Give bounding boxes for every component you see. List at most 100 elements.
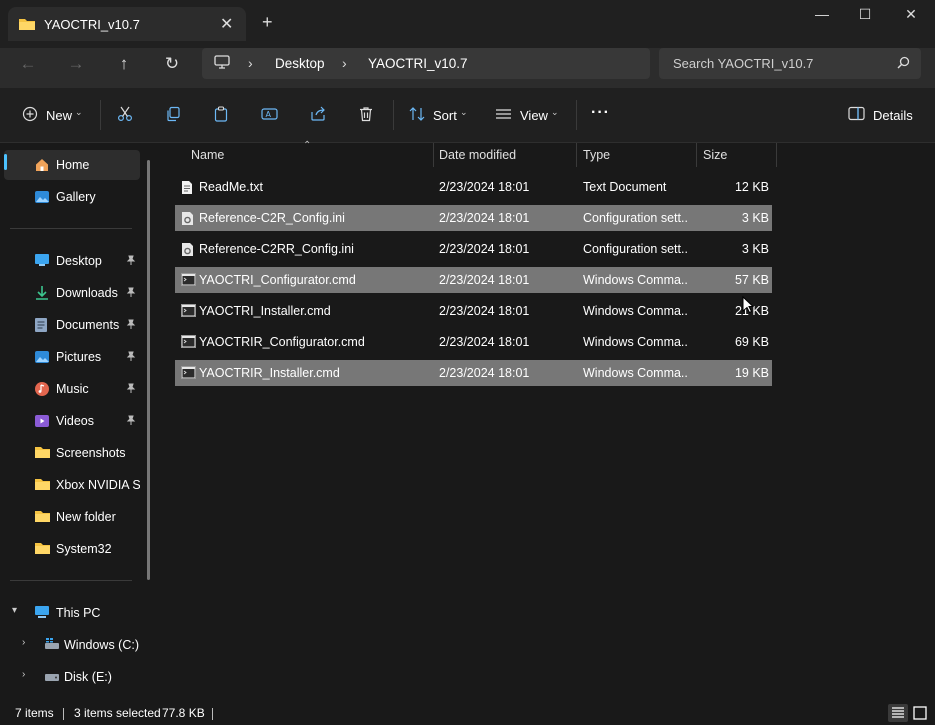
details-button[interactable]: Details [873,108,913,123]
file-type: Windows Comma... [583,335,689,349]
nav-item-documents[interactable]: Documents [4,310,140,340]
config-file-icon [181,242,194,260]
nav-item-new-folder[interactable]: New folder [4,502,140,532]
pictures-icon [34,349,50,368]
column-divider[interactable] [433,143,434,167]
back-button[interactable]: ← [14,54,42,76]
tab-current[interactable]: YAOCTRI_v10.7 ✕ [8,7,246,41]
nav-item-videos[interactable]: Videos [4,406,140,436]
new-button[interactable]: New [46,108,72,123]
nav-item-desktop[interactable]: Desktop [4,246,140,276]
table-row[interactable]: YAOCTRI_Installer.cmd 2/23/2024 18:01 Wind… [175,298,772,324]
delete-icon[interactable] [358,106,374,125]
folder-icon [34,477,51,494]
nav-item-music[interactable]: Music [4,374,140,404]
search-input[interactable]: Search YAOCTRI_v10.7 [659,48,921,79]
mouse-cursor-icon [742,295,755,317]
nav-item-home[interactable]: Home [4,150,140,180]
file-size: 21 KB [734,304,769,318]
close-button[interactable]: ✕ [888,6,934,26]
forward-button[interactable]: → [62,54,90,76]
file-name: YAOCTRI_Installer.cmd [199,304,331,318]
desktop-icon [34,253,50,270]
table-row[interactable]: Reference-C2RR_Config.ini 2/23/2024 18:01… [175,236,772,262]
paste-icon[interactable] [213,106,229,125]
tab-title: YAOCTRI_v10.7 [44,17,140,32]
windows-drive-icon [44,637,60,654]
file-name: Reference-C2R_Config.ini [199,211,345,225]
column-header-type[interactable]: Type [583,148,610,162]
chevron-down-icon: ▾ [12,605,18,616]
nav-item-label: Windows (C:) [64,638,140,652]
pin-icon [126,319,136,333]
divider [393,100,394,130]
monitor-icon [214,55,230,72]
home-icon [34,157,50,176]
pin-icon [126,287,136,301]
large-icons-view-button[interactable] [910,704,930,722]
new-tab-button[interactable]: + [262,12,273,33]
download-icon [34,285,50,304]
details-pane-icon[interactable] [848,106,865,124]
breadcrumb-current[interactable]: YAOCTRI_v10.7 [368,56,468,71]
share-icon[interactable] [310,106,326,125]
minimize-button[interactable]: — [799,6,845,26]
tab-close-icon[interactable]: ✕ [220,14,233,34]
nav-item-gallery[interactable]: Gallery [4,182,140,212]
nav-scrollbar[interactable] [147,160,150,580]
column-divider[interactable] [696,143,697,167]
table-row[interactable]: YAOCTRIR_Installer.cmd 2/23/2024 18:01 Win… [175,360,772,386]
column-header-size[interactable]: Size [703,148,727,162]
column-divider[interactable] [776,143,777,167]
file-size: 3 KB [741,211,769,225]
sort-button[interactable]: Sort [433,108,457,123]
sort-icon[interactable] [408,106,426,125]
table-row[interactable]: YAOCTRIR_Configurator.cmd 2/23/2024 18:01… [175,329,772,355]
address-bar[interactable]: › Desktop › YAOCTRI_v10.7 [202,48,650,79]
rename-icon[interactable]: A [261,106,278,125]
chevron-right-icon: › [342,55,347,71]
nav-item-xbox-nvidia[interactable]: Xbox NVIDIA Ste [4,470,140,500]
nav-item-drive-e[interactable]: › Disk (E:) [4,662,140,692]
details-view-button[interactable] [888,704,908,722]
nav-divider [10,580,132,581]
column-divider[interactable] [576,143,577,167]
table-row[interactable]: Reference-C2R_Config.ini 2/23/2024 18:01 C… [175,205,772,231]
refresh-button[interactable]: ↻ [158,54,186,76]
sort-ascending-icon: ⌃ [303,140,312,151]
file-date: 2/23/2024 18:01 [439,211,530,225]
folder-icon [18,17,36,34]
nav-item-screenshots[interactable]: Screenshots [4,438,140,468]
breadcrumb-desktop[interactable]: Desktop [275,56,325,71]
file-date: 2/23/2024 18:01 [439,366,530,380]
table-row[interactable]: YAOCTRI_Configurator.cmd 2/23/2024 18:01 W… [175,267,772,293]
nav-item-drive-c[interactable]: › Windows (C:) [4,630,140,660]
column-header-name[interactable]: Name [191,148,224,162]
view-icon[interactable] [495,106,512,125]
file-date: 2/23/2024 18:01 [439,335,530,349]
cut-icon[interactable] [117,106,133,125]
divider [100,100,101,130]
nav-item-label: Screenshots [56,446,126,460]
chevron-down-icon: ⌄ [551,107,559,117]
more-options-button[interactable]: ··· [591,104,610,122]
view-button[interactable]: View [520,108,548,123]
nav-item-this-pc[interactable]: ▾ This PC [4,598,140,628]
copy-icon[interactable] [165,106,181,125]
cmd-file-icon [181,304,196,320]
chevron-down-icon: ⌄ [460,107,468,117]
table-row[interactable]: ReadMe.txt 2/23/2024 18:01 Text Document 12… [175,174,772,200]
nav-divider [10,228,132,229]
nav-item-system32[interactable]: System32 [4,534,140,564]
folder-icon [34,509,51,526]
nav-item-downloads[interactable]: Downloads [4,278,140,308]
music-icon [34,381,50,400]
new-icon[interactable] [22,106,38,125]
column-header-date[interactable]: Date modified [439,148,516,162]
maximize-button[interactable]: ☐ [842,6,888,26]
gallery-icon [34,189,50,208]
nav-item-pictures[interactable]: Pictures [4,342,140,372]
up-button[interactable]: ↑ [110,54,138,76]
file-type: Windows Comma... [583,366,689,380]
search-icon [897,56,910,72]
